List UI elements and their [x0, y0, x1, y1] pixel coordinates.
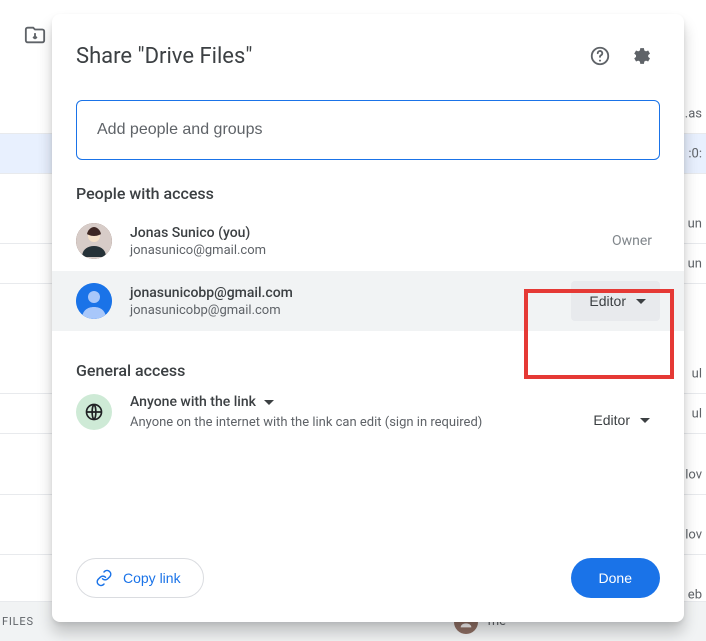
- role-dropdown[interactable]: Editor: [571, 281, 660, 321]
- avatar: [76, 283, 112, 319]
- bg-bottom-label: FILES: [0, 615, 34, 628]
- person-email: jonasunicobp@gmail.com: [130, 303, 571, 318]
- person-text: Jonas Sunico (you) jonasunico@gmail.com: [130, 225, 612, 258]
- role-label: Editor: [589, 293, 626, 309]
- person-text: jonasunicobp@gmail.com jonasunicobp@gmai…: [130, 285, 571, 318]
- move-folder-icon: [24, 24, 46, 50]
- globe-icon: [76, 394, 112, 430]
- owner-badge: Owner: [612, 233, 660, 249]
- chevron-down-icon: [264, 400, 274, 405]
- role-label: Editor: [593, 412, 630, 428]
- help-icon: [589, 45, 611, 67]
- chevron-down-icon: [640, 418, 650, 423]
- link-icon: [95, 569, 113, 587]
- dialog-title: Share "Drive Files": [76, 44, 580, 69]
- person-name: Jonas Sunico (you): [130, 225, 612, 241]
- general-access-mode: Anyone with the link: [130, 394, 256, 410]
- general-access-text: Anyone with the link Anyone on the inter…: [130, 394, 575, 432]
- general-access-mode-dropdown[interactable]: Anyone with the link: [130, 394, 575, 410]
- general-access-title: General access: [52, 331, 684, 380]
- copy-link-label: Copy link: [123, 570, 181, 586]
- general-access-role-dropdown[interactable]: Editor: [575, 400, 660, 440]
- add-people-input[interactable]: [76, 100, 660, 160]
- dialog-footer: Copy link Done: [52, 534, 684, 622]
- person-email: jonasunico@gmail.com: [130, 243, 612, 258]
- dialog-header: Share "Drive Files": [52, 14, 684, 76]
- person-name: jonasunicobp@gmail.com: [130, 285, 571, 301]
- done-label: Done: [599, 570, 632, 586]
- add-people-wrap: [52, 76, 684, 160]
- person-row-owner: Jonas Sunico (you) jonasunico@gmail.com …: [52, 211, 684, 271]
- done-button[interactable]: Done: [571, 558, 660, 598]
- share-dialog: Share "Drive Files" People with access J…: [52, 14, 684, 622]
- copy-link-button[interactable]: Copy link: [76, 558, 204, 598]
- person-row-editor[interactable]: jonasunicobp@gmail.com jonasunicobp@gmai…: [52, 271, 684, 331]
- general-access-desc: Anyone on the internet with the link can…: [130, 414, 490, 432]
- settings-button[interactable]: [620, 36, 660, 76]
- help-button[interactable]: [580, 36, 620, 76]
- people-section-title: People with access: [52, 160, 684, 203]
- chevron-down-icon: [636, 299, 646, 304]
- gear-icon: [629, 45, 651, 67]
- avatar: [76, 223, 112, 259]
- general-access-row: Anyone with the link Anyone on the inter…: [52, 380, 684, 440]
